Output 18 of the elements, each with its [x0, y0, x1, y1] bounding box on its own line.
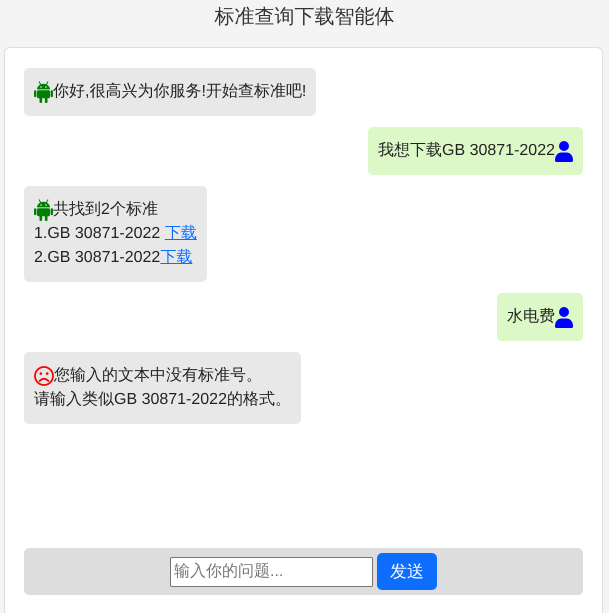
download-link[interactable]: 下载	[160, 249, 192, 266]
message-text: 您输入的文本中没有标准号。	[54, 366, 262, 386]
message-text: 水电费	[507, 306, 555, 327]
message-text: 你好,很高兴为你服务!开始查标准吧!	[53, 82, 306, 102]
android-robot-icon	[34, 199, 53, 221]
message-text: 2.GB 30871-2022下载	[34, 248, 192, 268]
message-text: 请输入类似GB 30871-2022的格式。	[34, 390, 291, 410]
sad-face-icon	[34, 366, 54, 386]
message-text: 我想下载GB 30871-2022	[378, 140, 555, 161]
download-link[interactable]: 下载	[164, 225, 197, 242]
page-title: 标准查询下载智能体	[214, 5, 394, 30]
message-text: 共找到2个标准	[53, 200, 158, 220]
user-icon	[555, 306, 573, 328]
message-text: 1.GB 30871-2022 下载	[34, 224, 197, 244]
send-button[interactable]: 发送	[377, 553, 437, 590]
question-input[interactable]: 输入你的问题...	[170, 556, 373, 586]
android-robot-icon	[34, 81, 53, 103]
user-icon	[555, 140, 573, 162]
